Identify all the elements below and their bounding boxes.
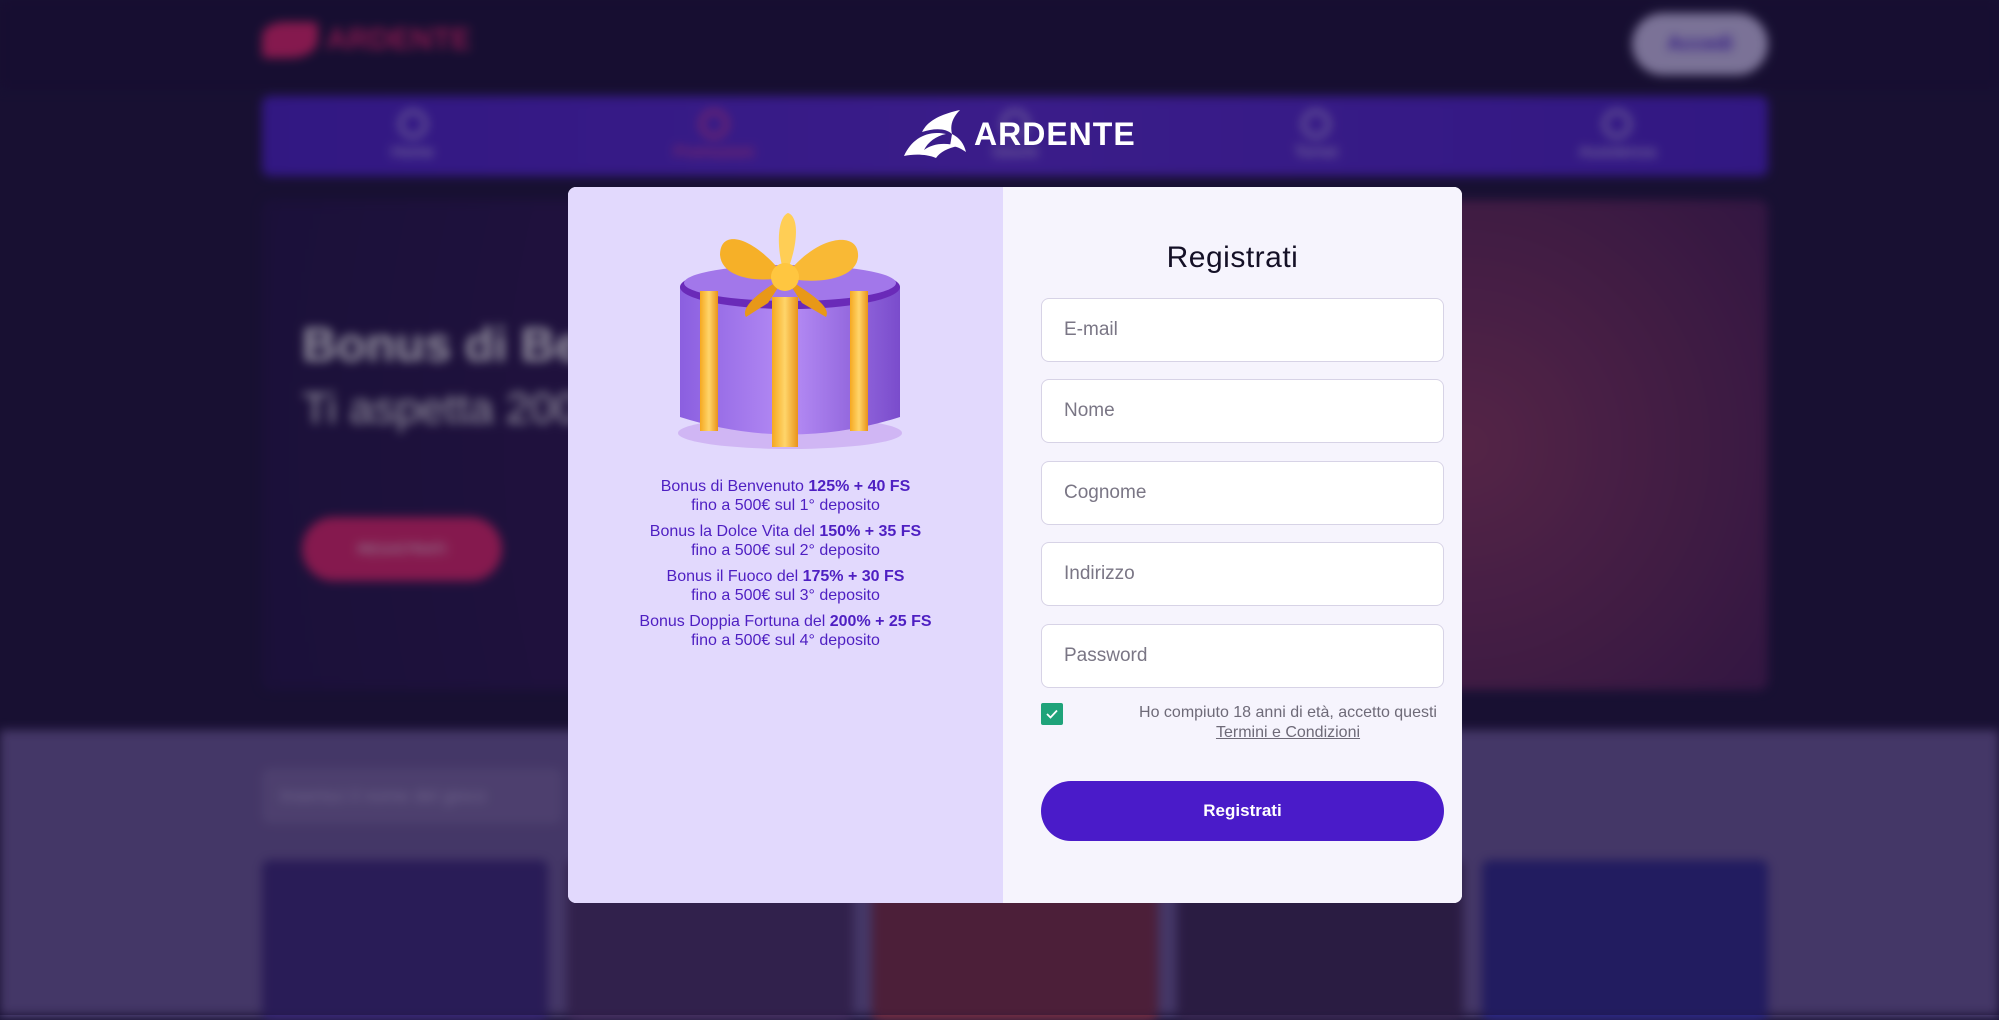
last-name-field-wrapper [1041, 461, 1444, 525]
bonus-amount: 125% + 40 FS [808, 478, 911, 495]
bonus-list: Bonus di Benvenuto 125% + 40 FS fino a 5… [568, 477, 1003, 657]
password-field[interactable] [1041, 624, 1444, 688]
modal-logo: ARDENTE [902, 108, 1136, 160]
bonus-name: Bonus Doppia Fortuna del [639, 613, 830, 630]
bonus-detail: fino a 500€ sul 4° deposito [691, 632, 880, 649]
address-field-wrapper [1041, 542, 1444, 606]
first-name-field[interactable] [1041, 379, 1444, 443]
first-name-field-wrapper [1041, 379, 1444, 443]
bonus-name: Bonus di Benvenuto [660, 478, 809, 495]
modal-logo-text: ARDENTE [974, 115, 1136, 152]
bonus-amount: 150% + 35 FS [819, 523, 922, 540]
bonus-item: Bonus il Fuoco del 175% + 30 FS fino a 5… [568, 567, 1003, 605]
email-field[interactable] [1041, 298, 1444, 362]
terms-label: Ho compiuto 18 anni di età, accetto ques… [1128, 703, 1448, 743]
checkmark-icon [1046, 709, 1058, 719]
last-name-field[interactable] [1041, 461, 1444, 525]
bonus-name: Bonus la Dolce Vita del [649, 523, 820, 540]
bonus-amount: 175% + 30 FS [802, 568, 905, 585]
form-title: Registrati [1166, 241, 1299, 274]
gift-box-icon [678, 213, 902, 449]
bonus-item: Bonus Doppia Fortuna del 200% + 25 FS fi… [568, 612, 1003, 650]
email-field-wrapper [1041, 298, 1444, 362]
bonus-panel: Bonus di Benvenuto 125% + 40 FS fino a 5… [568, 187, 1003, 903]
terms-checkbox[interactable] [1041, 703, 1063, 725]
bonus-name: Bonus il Fuoco del [666, 568, 803, 585]
bonus-item: Bonus di Benvenuto 125% + 40 FS fino a 5… [568, 477, 1003, 515]
bonus-detail: fino a 500€ sul 2° deposito [691, 542, 880, 559]
terms-link[interactable]: Termini e Condizioni [1216, 724, 1360, 741]
register-submit-button[interactable]: Registrati [1041, 781, 1444, 841]
bonus-detail: fino a 500€ sul 1° deposito [691, 497, 880, 514]
flame-wing-icon [904, 110, 966, 158]
bonus-detail: fino a 500€ sul 3° deposito [691, 587, 880, 604]
password-field-wrapper [1041, 624, 1444, 688]
terms-text: Ho compiuto 18 anni di età, accetto ques… [1139, 704, 1437, 721]
bonus-item: Bonus la Dolce Vita del 150% + 35 FS fin… [568, 522, 1003, 560]
address-field[interactable] [1041, 542, 1444, 606]
bonus-amount: 200% + 25 FS [829, 613, 932, 630]
